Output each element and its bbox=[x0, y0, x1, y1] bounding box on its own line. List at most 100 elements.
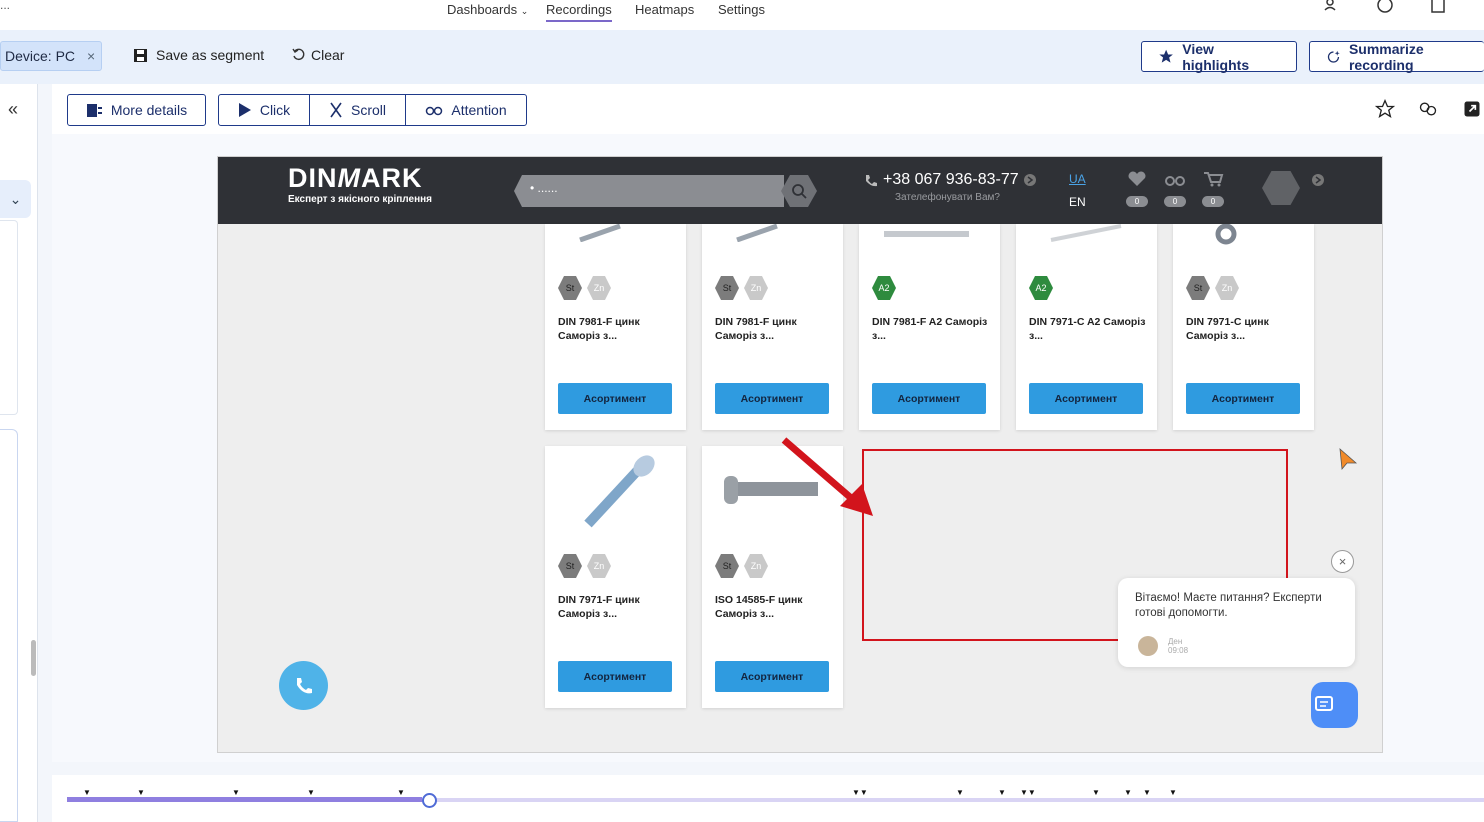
nav-settings[interactable]: Settings bbox=[718, 2, 765, 17]
assortment-button[interactable]: Асортимент bbox=[1186, 383, 1300, 414]
docs-icon[interactable] bbox=[1429, 0, 1447, 14]
event-marker[interactable]: ▼ bbox=[83, 788, 91, 797]
nav-heatmaps[interactable]: Heatmaps bbox=[635, 2, 694, 17]
search-button[interactable] bbox=[781, 175, 817, 207]
assortment-button[interactable]: Асортимент bbox=[715, 661, 829, 692]
event-marker[interactable]: ▼ bbox=[1169, 788, 1177, 797]
compare-icon[interactable] bbox=[1164, 171, 1186, 187]
help-icon[interactable] bbox=[1376, 0, 1394, 14]
device-filter-chip[interactable]: Device: PC × bbox=[0, 41, 102, 71]
material-badge: St bbox=[558, 554, 582, 578]
left-rail: « ⌄ bbox=[0, 84, 38, 822]
session-replay-frame: DINMARK Експерт з якісного кріплення • .… bbox=[217, 156, 1383, 753]
assortment-button[interactable]: Асортимент bbox=[872, 383, 986, 414]
site-search-input[interactable]: • ...... bbox=[514, 175, 784, 207]
login-icon[interactable] bbox=[1311, 173, 1325, 187]
material-badge: St bbox=[1186, 276, 1210, 300]
scroll-icon bbox=[330, 102, 342, 118]
collapse-panel-icon[interactable]: « bbox=[8, 99, 18, 120]
product-card[interactable]: St Zn DIN 7971-C цинк Саморіз з... Асорти… bbox=[1173, 224, 1314, 430]
star-icon[interactable] bbox=[1375, 99, 1395, 119]
screw-image bbox=[584, 455, 655, 528]
event-marker[interactable]: ▼ bbox=[1092, 788, 1100, 797]
callback-link[interactable]: Зателефонувати Вам? bbox=[895, 192, 1000, 203]
cursor-icon bbox=[238, 103, 251, 117]
product-name[interactable]: DIN 7971-C A2 Саморіз з... bbox=[1029, 315, 1149, 343]
assortment-button[interactable]: Асортимент bbox=[715, 383, 829, 414]
chat-welcome-bubble[interactable]: Вітаємо! Маєте питання? Експерти готові … bbox=[1118, 578, 1355, 667]
assortment-button[interactable]: Асортимент bbox=[558, 661, 672, 692]
product-card[interactable]: St Zn DIN 7981-F цинк Саморіз з... Асорти… bbox=[545, 224, 686, 430]
rail-panel-secondary bbox=[0, 429, 18, 822]
lang-ua-link[interactable]: UA bbox=[1069, 172, 1086, 186]
product-card[interactable]: A2 DIN 7971-C A2 Саморіз з... Асортимент bbox=[1016, 224, 1157, 430]
filter-bar: Device: PC × Save as segment Clear View … bbox=[0, 30, 1484, 84]
chat-open-button[interactable] bbox=[1311, 682, 1358, 728]
cart-count: 0 bbox=[1202, 196, 1224, 207]
rail-panel bbox=[0, 220, 18, 415]
arrow-right-icon[interactable] bbox=[1023, 173, 1037, 187]
product-name[interactable]: DIN 7981-F A2 Саморіз з... bbox=[872, 315, 992, 343]
click-heatmap-button[interactable]: Click bbox=[218, 94, 310, 126]
timeline-scrubber[interactable] bbox=[422, 793, 437, 808]
attention-label: Attention bbox=[451, 102, 507, 118]
event-marker[interactable]: ▼ bbox=[956, 788, 964, 797]
screw-image bbox=[1050, 224, 1122, 242]
product-card[interactable]: St Zn DIN 7971-F цинк Саморіз з... Асорти… bbox=[545, 446, 686, 708]
event-marker[interactable]: ▼ bbox=[307, 788, 315, 797]
assortment-button[interactable]: Асортимент bbox=[1029, 383, 1143, 414]
event-marker[interactable]: ▼▼ bbox=[1020, 788, 1036, 797]
product-card[interactable]: St Zn DIN 7981-F цинк Саморіз з... Асорти… bbox=[702, 224, 843, 430]
material-badge: Zn bbox=[587, 554, 611, 578]
nav-dashboards[interactable]: Dashboards ⌄ bbox=[447, 2, 528, 17]
event-marker[interactable]: ▼ bbox=[1124, 788, 1132, 797]
external-link-icon[interactable] bbox=[1462, 99, 1482, 119]
assortment-button[interactable]: Асортимент bbox=[558, 383, 672, 414]
summarize-recording-label: Summarize recording bbox=[1348, 40, 1424, 73]
site-phone[interactable]: +38 067 936-83-77 bbox=[883, 171, 1019, 189]
event-marker[interactable]: ▼ bbox=[397, 788, 405, 797]
top-navigation: ... Dashboards ⌄ Recordings Heatmaps Set… bbox=[0, 0, 1484, 30]
summarize-recording-button[interactable]: Summarize recording bbox=[1309, 40, 1484, 73]
chat-close-button[interactable]: × bbox=[1331, 550, 1354, 573]
scroll-heatmap-button[interactable]: Scroll bbox=[309, 94, 406, 126]
rail-scrollbar[interactable] bbox=[31, 640, 36, 676]
close-icon[interactable]: × bbox=[87, 48, 95, 64]
site-logo[interactable]: DINMARK bbox=[288, 163, 423, 194]
call-button[interactable] bbox=[279, 661, 328, 710]
heart-icon[interactable] bbox=[1126, 171, 1148, 187]
material-badge: St bbox=[715, 276, 739, 300]
event-marker[interactable]: ▼▼ bbox=[852, 788, 868, 797]
event-marker[interactable]: ▼ bbox=[137, 788, 145, 797]
recorded-cursor-icon bbox=[1339, 448, 1358, 470]
product-name[interactable]: DIN 7971-C цинк Саморіз з... bbox=[1186, 315, 1306, 343]
screw-image bbox=[1215, 224, 1237, 245]
ai-summary-icon bbox=[1327, 50, 1340, 63]
clear-button[interactable]: Clear bbox=[291, 47, 344, 63]
event-marker[interactable]: ▼ bbox=[1143, 788, 1151, 797]
product-name[interactable]: DIN 7981-F цинк Саморіз з... bbox=[715, 315, 835, 343]
event-marker[interactable]: ▼ bbox=[232, 788, 240, 797]
lang-en-link[interactable]: EN bbox=[1069, 195, 1086, 209]
product-card[interactable]: A2 DIN 7981-F A2 Саморіз з... Асортимент bbox=[859, 224, 1000, 430]
more-details-label: More details bbox=[110, 102, 188, 118]
product-name[interactable]: ISO 14585-F цинк Саморіз з... bbox=[715, 593, 835, 621]
playback-timeline[interactable]: ▼ ▼ ▼ ▼ ▼ ▼▼ ▼ ▼ ▼▼ ▼ ▼ ▼ ▼ bbox=[52, 775, 1484, 822]
search-icon bbox=[792, 184, 807, 199]
share-icon[interactable] bbox=[1418, 99, 1438, 119]
view-highlights-button[interactable]: View highlights bbox=[1141, 41, 1297, 73]
chevron-down-icon[interactable]: ⌄ bbox=[0, 180, 31, 218]
product-name[interactable]: DIN 7971-F цинк Саморіз з... bbox=[558, 593, 678, 621]
event-marker[interactable]: ▼ bbox=[998, 788, 1006, 797]
account-icon[interactable] bbox=[1262, 171, 1300, 205]
user-add-icon[interactable] bbox=[1322, 0, 1340, 14]
save-segment-button[interactable]: Save as segment bbox=[133, 47, 264, 63]
material-badges: St Zn bbox=[715, 554, 768, 578]
nav-recordings[interactable]: Recordings bbox=[546, 2, 612, 22]
cart-icon[interactable] bbox=[1202, 171, 1224, 187]
more-details-button[interactable]: More details bbox=[67, 94, 206, 126]
site-logo-part-2: M bbox=[337, 163, 361, 193]
attention-heatmap-button[interactable]: Attention bbox=[405, 94, 527, 126]
product-name[interactable]: DIN 7981-F цинк Саморіз з... bbox=[558, 315, 678, 343]
material-badge: Zn bbox=[1215, 276, 1239, 300]
